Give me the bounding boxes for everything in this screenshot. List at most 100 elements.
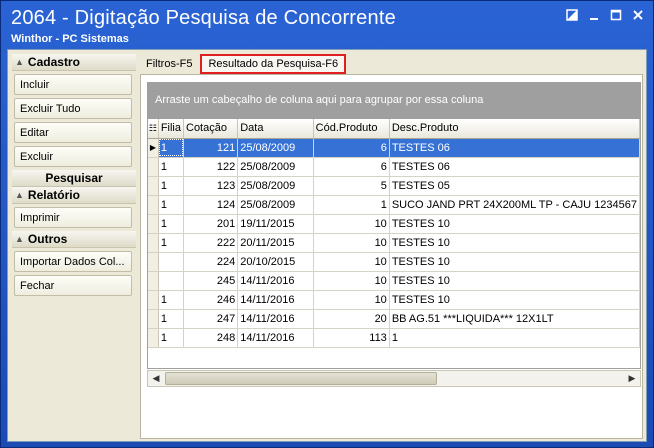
cell-cod-produto[interactable]: 10 — [313, 290, 390, 310]
minimize-icon[interactable] — [585, 7, 603, 23]
table-row[interactable]: ▶ 1 121 25/08/2009 6 TESTES 06 — [148, 138, 640, 158]
group-by-panel[interactable]: Arraste um cabeçalho de coluna aqui para… — [147, 82, 641, 118]
cell-data[interactable]: 19/11/2015 — [237, 214, 314, 234]
cell-data[interactable]: 14/11/2016 — [237, 309, 314, 329]
cell-filial[interactable]: 1 — [158, 328, 185, 348]
cell-cotacao[interactable]: 248 — [183, 328, 239, 348]
table-row[interactable]: 1 123 25/08/2009 5 TESTES 05 — [148, 176, 640, 196]
cell-cod-produto[interactable]: 10 — [313, 252, 390, 272]
cell-filial[interactable]: 1 — [158, 157, 185, 177]
cell-cod-produto[interactable]: 10 — [313, 214, 390, 234]
cell-desc-produto[interactable]: TESTES 10 — [389, 271, 640, 291]
cell-desc-produto[interactable]: TESTES 05 — [389, 176, 640, 196]
cell-cotacao[interactable]: 201 — [183, 214, 239, 234]
group-header-pesquisar[interactable]: Pesquisar — [12, 170, 136, 187]
cell-cod-produto[interactable]: 6 — [313, 157, 390, 177]
cell-cod-produto[interactable]: 6 — [313, 138, 390, 158]
cell-data[interactable]: 25/08/2009 — [237, 138, 314, 158]
importar-dados-button[interactable]: Importar Dados Col... — [14, 251, 132, 272]
table-row[interactable]: 1 247 14/11/2016 20 BB AG.51 ***LIQUIDA*** 1… — [148, 309, 640, 329]
table-row[interactable]: 224 20/10/2015 10 TESTES 10 — [148, 252, 640, 272]
row-indicator[interactable] — [148, 157, 159, 177]
cell-cod-produto[interactable]: 113 — [313, 328, 390, 348]
row-indicator[interactable] — [148, 233, 159, 253]
cell-cotacao[interactable]: 246 — [183, 290, 239, 310]
scroll-left-icon[interactable]: ◀ — [148, 371, 164, 386]
cell-filial[interactable]: 1 — [158, 309, 185, 329]
close-icon[interactable] — [629, 7, 647, 23]
row-indicator[interactable] — [148, 271, 159, 291]
restore-icon[interactable] — [563, 7, 581, 23]
tab-resultado-pesquisa[interactable]: Resultado da Pesquisa-F6 — [200, 54, 347, 74]
incluir-button[interactable]: Incluir — [14, 74, 132, 95]
table-row[interactable]: 1 246 14/11/2016 10 TESTES 10 — [148, 290, 640, 310]
cell-filial[interactable]: 1 — [158, 290, 185, 310]
cell-filial[interactable] — [158, 271, 185, 291]
fechar-button[interactable]: Fechar — [14, 275, 132, 296]
cell-cod-produto[interactable]: 1 — [313, 195, 390, 215]
results-grid[interactable]: ☷ Filia Cotação Data Cód.Produto Desc.Pr… — [147, 118, 641, 369]
cell-cod-produto[interactable]: 10 — [313, 233, 390, 253]
table-row[interactable]: 245 14/11/2016 10 TESTES 10 — [148, 271, 640, 291]
cell-filial[interactable] — [158, 252, 185, 272]
cell-filial[interactable]: 1 — [158, 233, 185, 253]
scroll-thumb[interactable] — [165, 372, 437, 385]
tab-filtros[interactable]: Filtros-F5 — [140, 54, 198, 74]
row-indicator[interactable] — [148, 290, 159, 310]
cell-data[interactable]: 14/11/2016 — [237, 328, 314, 348]
excluir-tudo-button[interactable]: Excluir Tudo — [14, 98, 132, 119]
cell-data[interactable]: 25/08/2009 — [237, 195, 314, 215]
cell-desc-produto[interactable]: 1 — [389, 328, 640, 348]
editar-button[interactable]: Editar — [14, 122, 132, 143]
cell-desc-produto[interactable]: TESTES 10 — [389, 290, 640, 310]
column-header-data[interactable]: Data — [237, 119, 314, 139]
imprimir-button[interactable]: Imprimir — [14, 207, 132, 228]
cell-cod-produto[interactable]: 20 — [313, 309, 390, 329]
cell-data[interactable]: 14/11/2016 — [237, 290, 314, 310]
column-header-desc-produto[interactable]: Desc.Produto — [389, 119, 640, 139]
cell-cotacao[interactable]: 247 — [183, 309, 239, 329]
cell-desc-produto[interactable]: TESTES 06 — [389, 157, 640, 177]
table-row[interactable]: 1 124 25/08/2009 1 SUCO JAND PRT 24X200ML TP… — [148, 195, 640, 215]
cell-filial[interactable]: 1 — [158, 176, 185, 196]
table-row[interactable]: 1 122 25/08/2009 6 TESTES 06 — [148, 157, 640, 177]
cell-data[interactable]: 20/11/2015 — [237, 233, 314, 253]
cell-filial[interactable]: 1 — [158, 138, 185, 158]
cell-filial[interactable]: 1 — [158, 214, 185, 234]
cell-cod-produto[interactable]: 10 — [313, 271, 390, 291]
row-indicator[interactable] — [148, 252, 159, 272]
cell-desc-produto[interactable]: TESTES 10 — [389, 214, 640, 234]
column-chooser-icon[interactable]: ☷ — [148, 119, 159, 139]
column-header-cotacao[interactable]: Cotação — [183, 119, 239, 139]
cell-data[interactable]: 14/11/2016 — [237, 271, 314, 291]
cell-data[interactable]: 20/10/2015 — [237, 252, 314, 272]
cell-cotacao[interactable]: 122 — [183, 157, 239, 177]
cell-desc-produto[interactable]: TESTES 10 — [389, 233, 640, 253]
excluir-button[interactable]: Excluir — [14, 146, 132, 167]
maximize-icon[interactable] — [607, 7, 625, 23]
table-row[interactable]: 1 222 20/11/2015 10 TESTES 10 — [148, 233, 640, 253]
row-indicator[interactable] — [148, 309, 159, 329]
cell-cotacao[interactable]: 121 — [183, 138, 239, 158]
horizontal-scrollbar[interactable]: ◀ ▶ — [147, 370, 641, 387]
scroll-right-icon[interactable]: ▶ — [624, 371, 640, 386]
cell-data[interactable]: 25/08/2009 — [237, 176, 314, 196]
cell-desc-produto[interactable]: TESTES 06 — [389, 138, 640, 158]
row-indicator[interactable] — [148, 214, 159, 234]
cell-data[interactable]: 25/08/2009 — [237, 157, 314, 177]
table-row[interactable]: 1 201 19/11/2015 10 TESTES 10 — [148, 214, 640, 234]
row-indicator[interactable] — [148, 328, 159, 348]
cell-cotacao[interactable]: 124 — [183, 195, 239, 215]
title-bar[interactable]: 2064 - Digitação Pesquisa de Concorrente… — [1, 1, 653, 47]
cell-filial[interactable]: 1 — [158, 195, 185, 215]
row-indicator[interactable] — [148, 195, 159, 215]
cell-cotacao[interactable]: 222 — [183, 233, 239, 253]
cell-desc-produto[interactable]: BB AG.51 ***LIQUIDA*** 12X1LT — [389, 309, 640, 329]
column-header-cod-produto[interactable]: Cód.Produto — [313, 119, 390, 139]
cell-cotacao[interactable]: 245 — [183, 271, 239, 291]
group-header-outros[interactable]: ▲ Outros — [12, 231, 136, 248]
column-header-filial[interactable]: Filia — [158, 119, 185, 139]
cell-cotacao[interactable]: 123 — [183, 176, 239, 196]
cell-desc-produto[interactable]: TESTES 10 — [389, 252, 640, 272]
group-header-relatorio[interactable]: ▲ Relatório — [12, 187, 136, 204]
